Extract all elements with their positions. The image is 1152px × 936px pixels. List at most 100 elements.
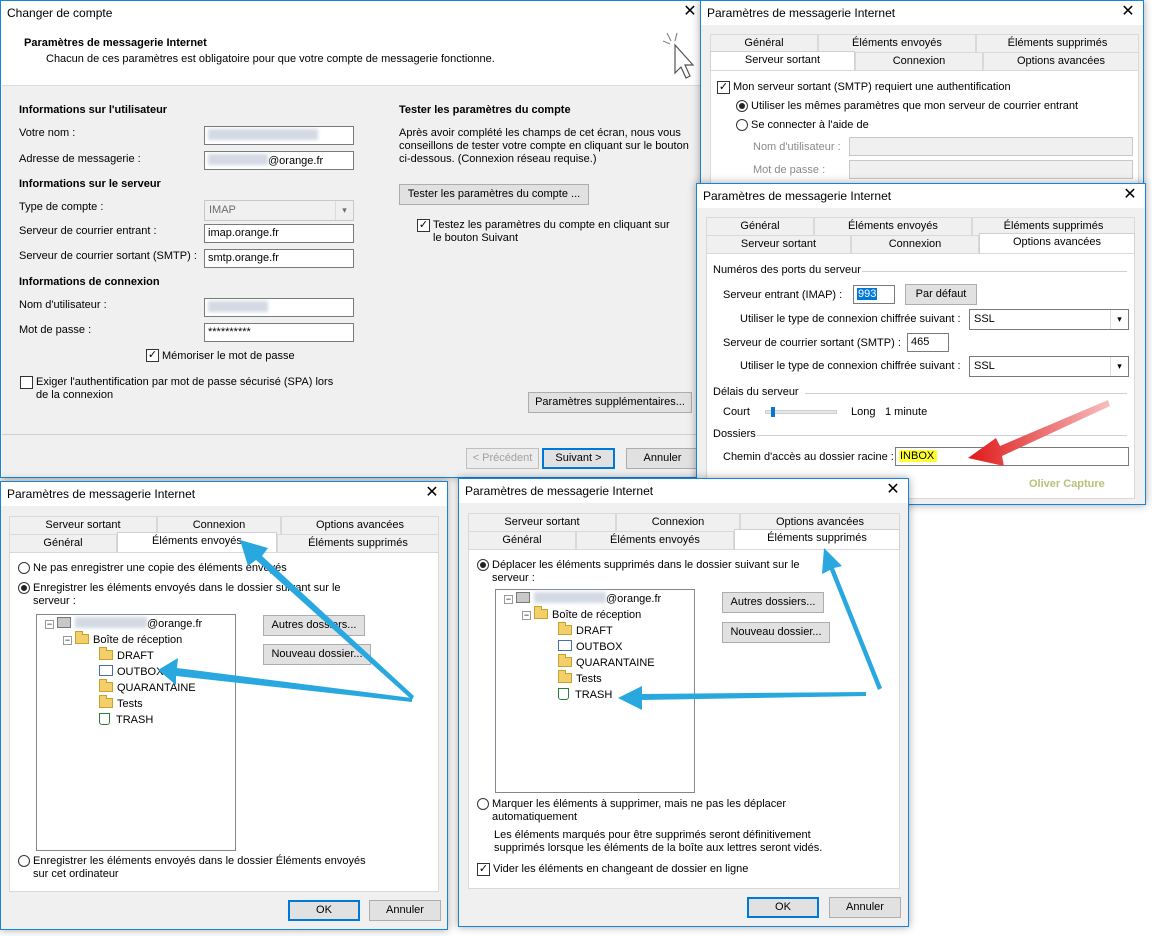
folder-icon (558, 622, 572, 635)
smtp-password-field[interactable] (849, 160, 1133, 179)
ports-title: Numéros des ports du serveur (713, 264, 861, 276)
tab-connection[interactable]: Connexion (855, 52, 983, 70)
close-icon[interactable]: ✕ (1121, 186, 1139, 204)
tree-folder-quarantaine[interactable]: QUARANTAINE (99, 679, 196, 695)
tree-folder-tests[interactable]: Tests (558, 670, 602, 686)
tab-sent-items[interactable]: Éléments envoyés (814, 217, 972, 235)
smtp-username-field[interactable] (849, 137, 1133, 156)
incoming-server-label: Serveur de courrier entrant : (19, 225, 157, 237)
watermark: Oliver Capture (1029, 478, 1105, 490)
tab-advanced[interactable]: Options avancées (979, 233, 1135, 253)
tab-panel: ✓ Mon serveur sortant (SMTP) requiert un… (710, 70, 1139, 186)
timeout-slider[interactable] (765, 407, 837, 417)
save-on-server-label-line2: serveur : (33, 595, 76, 607)
tree-account[interactable]: − @orange.fr (45, 617, 202, 631)
password-field[interactable]: ********** (204, 323, 354, 342)
cancel-button[interactable]: Annuler (626, 448, 699, 469)
previous-button[interactable]: < Précédent (466, 448, 539, 469)
tab-advanced[interactable]: Options avancées (281, 516, 439, 534)
tree-inbox[interactable]: − Boîte de réception (63, 631, 183, 647)
collapse-icon[interactable]: − (504, 595, 513, 604)
tree-folder-label: TRASH (575, 689, 613, 701)
connect-with-radio[interactable] (736, 119, 748, 131)
tab-deleted-items[interactable]: Éléments supprimés (734, 529, 900, 549)
tree-folder-outbox[interactable]: OUTBOX (558, 640, 622, 654)
tree-folder-trash[interactable]: TRASH (558, 688, 612, 702)
tab-connection[interactable]: Connexion (616, 513, 740, 531)
move-deleted-label: Déplacer les éléments supprimés dans le … (492, 559, 800, 571)
save-local-radio[interactable] (18, 855, 30, 867)
purge-on-switch-checkbox[interactable]: ✓ (477, 863, 490, 876)
collapse-icon[interactable]: − (45, 620, 54, 629)
username-field[interactable] (204, 298, 354, 317)
collapse-icon[interactable]: − (522, 611, 531, 620)
tree-inbox[interactable]: − Boîte de réception (522, 606, 641, 622)
close-icon[interactable]: ✕ (884, 481, 902, 499)
outgoing-server-field[interactable]: smtp.orange.fr (204, 249, 354, 268)
tree-folder-tests[interactable]: Tests (99, 695, 143, 711)
user-info-title: Informations sur l'utilisateur (19, 104, 168, 116)
outgoing-encryption-select[interactable]: SSL ▾ (969, 356, 1129, 377)
tree-folder-trash[interactable]: TRASH (99, 713, 153, 727)
tab-outgoing-server[interactable]: Serveur sortant (710, 51, 855, 71)
tab-outgoing-server[interactable]: Serveur sortant (706, 235, 851, 253)
next-button[interactable]: Suivant > (542, 448, 615, 469)
tab-general[interactable]: Général (9, 534, 117, 552)
close-icon[interactable]: ✕ (423, 484, 441, 502)
tree-folder-draft[interactable]: DRAFT (558, 622, 613, 638)
window-title: Paramètres de messagerie Internet (7, 487, 196, 501)
tree-folder-outbox[interactable]: OUTBOX (99, 665, 163, 679)
imap-port-field[interactable]: 993 (853, 285, 895, 304)
other-folders-button[interactable]: Autres dossiers... (722, 592, 824, 613)
incoming-server-field[interactable]: imap.orange.fr (204, 224, 354, 243)
tree-account[interactable]: − @orange.fr (504, 592, 661, 606)
tab-sent-items[interactable]: Éléments envoyés (576, 531, 734, 549)
folder-tree[interactable]: − @orange.fr − Boîte de réception DRAFT OU… (36, 614, 236, 851)
cancel-button[interactable]: Annuler (829, 897, 901, 918)
other-folders-button[interactable]: Autres dossiers... (263, 615, 365, 636)
no-copy-radio[interactable] (18, 562, 30, 574)
smtp-port-field[interactable]: 465 (907, 333, 949, 352)
incoming-encryption-select[interactable]: SSL ▾ (969, 309, 1129, 330)
collapse-icon[interactable]: − (63, 636, 72, 645)
divider (2, 434, 705, 435)
save-local-label-line2: sur cet ordinateur (33, 868, 119, 880)
test-settings-button[interactable]: Tester les paramètres du compte ... (399, 184, 589, 205)
tree-inbox-label: Boîte de réception (93, 634, 183, 646)
tab-outgoing-server[interactable]: Serveur sortant (468, 513, 616, 531)
ok-button[interactable]: OK (747, 897, 819, 918)
close-icon[interactable]: ✕ (1119, 3, 1137, 21)
tab-general[interactable]: Général (710, 34, 818, 52)
tab-deleted-items[interactable]: Éléments supprimés (976, 34, 1139, 52)
tab-deleted-items[interactable]: Éléments supprimés (277, 534, 439, 552)
smtp-auth-checkbox[interactable]: ✓ (717, 81, 730, 94)
tree-folder-draft[interactable]: DRAFT (99, 647, 154, 663)
tab-sent-items[interactable]: Éléments envoyés (117, 532, 277, 552)
root-folder-field[interactable]: INBOX (895, 447, 1129, 466)
tab-advanced[interactable]: Options avancées (983, 52, 1139, 70)
slider-thumb[interactable] (771, 407, 775, 417)
mark-deleted-radio[interactable] (477, 798, 489, 810)
email-field[interactable]: @orange.fr (204, 151, 354, 170)
new-folder-button[interactable]: Nouveau dossier... (263, 644, 371, 665)
tab-connection[interactable]: Connexion (851, 235, 979, 253)
new-folder-button[interactable]: Nouveau dossier... (722, 622, 830, 643)
tab-general[interactable]: Général (468, 531, 576, 549)
name-field[interactable] (204, 126, 354, 145)
same-settings-radio[interactable] (736, 100, 748, 112)
spa-checkbox[interactable] (20, 376, 33, 389)
tab-general[interactable]: Général (706, 217, 814, 235)
more-settings-button[interactable]: Paramètres supplémentaires... (528, 392, 692, 413)
test-on-next-checkbox[interactable]: ✓ (417, 219, 430, 232)
move-deleted-radio[interactable] (477, 559, 489, 571)
folder-tree[interactable]: − @orange.fr − Boîte de réception DRAFT OU… (495, 589, 695, 793)
remember-password-checkbox[interactable]: ✓ (146, 349, 159, 362)
cancel-button[interactable]: Annuler (369, 900, 441, 921)
close-icon[interactable]: ✕ (681, 3, 699, 21)
ok-button[interactable]: OK (288, 900, 360, 921)
save-on-server-radio[interactable] (18, 582, 30, 594)
titlebar: Changer de compte ✕ (1, 1, 705, 25)
default-ports-button[interactable]: Par défaut (905, 284, 977, 305)
tab-sent-items[interactable]: Éléments envoyés (818, 34, 976, 52)
tree-folder-quarantaine[interactable]: QUARANTAINE (558, 654, 655, 670)
